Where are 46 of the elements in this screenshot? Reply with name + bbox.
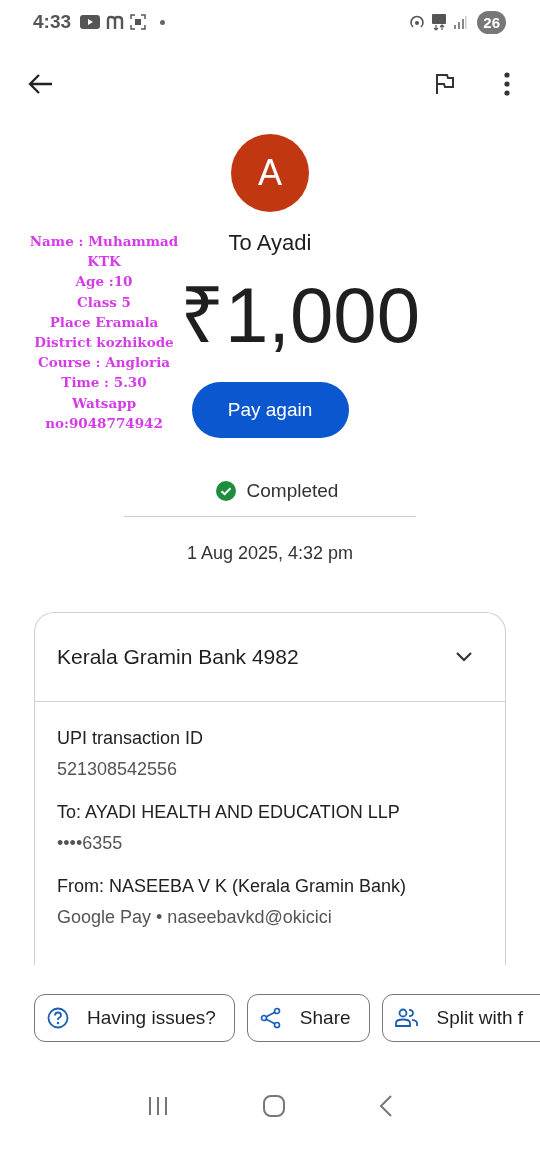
annotation-text: Time : 5.30	[60, 373, 148, 393]
recipient-name: To Ayadi	[228, 230, 312, 256]
flag-icon[interactable]	[434, 73, 454, 95]
split-button[interactable]: Split with f	[381, 994, 540, 1042]
help-icon	[47, 1007, 69, 1029]
avatar: A	[231, 134, 309, 212]
share-icon	[259, 1007, 282, 1029]
amount: ₹1,000	[179, 270, 421, 360]
status-text: Completed	[246, 480, 339, 502]
transaction-date: 1 Aug 2025, 4:32 pm	[186, 543, 354, 564]
m-app-icon	[106, 15, 125, 29]
annotation-text: Watsapp	[70, 393, 138, 413]
screenshot-icon	[130, 14, 147, 30]
signal-icon	[453, 15, 468, 29]
annotation-text: Place Eramala	[48, 312, 160, 332]
check-circle-icon	[215, 481, 236, 501]
home-icon[interactable]	[262, 1094, 286, 1118]
annotation-text: Course : Angloria	[36, 353, 172, 373]
detail-value: 521308542556	[57, 759, 179, 780]
people-icon	[394, 1007, 419, 1029]
bank-name: Kerala Gramin Bank 4982	[57, 645, 299, 669]
detail-label: To: AYADI HEALTH AND EDUCATION LLP	[57, 802, 401, 823]
share-button[interactable]: Share	[246, 994, 370, 1042]
annotation-text: no:9048774942	[44, 413, 164, 433]
video-app-icon	[80, 15, 101, 29]
detail-value: ••••6355	[57, 833, 124, 854]
back-icon[interactable]	[379, 1094, 394, 1118]
notification-dot-icon	[160, 19, 166, 25]
hotspot-icon	[409, 14, 426, 30]
detail-label: UPI transaction ID	[57, 728, 205, 749]
annotation-text: Class 5	[76, 292, 132, 312]
detail-label: From: NASEEBA V K (Kerala Gramin Bank)	[57, 876, 408, 897]
battery-level: 26	[477, 10, 506, 34]
status-time: 4:33	[33, 11, 72, 33]
back-arrow-icon[interactable]	[28, 73, 54, 95]
annotation-text: Age :10	[74, 272, 134, 292]
annotation-text: KTK	[86, 252, 122, 272]
annotation-text: District kozhikode	[33, 333, 175, 352]
pay-again-button[interactable]: Pay again	[191, 382, 349, 438]
help-button[interactable]: Having issues?	[34, 994, 235, 1042]
chevron-icon[interactable]	[455, 651, 473, 663]
recent-apps-icon[interactable]	[146, 1096, 169, 1116]
network-5g-icon	[431, 13, 448, 31]
detail-value: Google Pay • naseebavkd@okicici	[57, 907, 333, 928]
annotation-text: Name : Muhammad	[28, 232, 180, 251]
more-options-icon[interactable]	[504, 72, 510, 96]
